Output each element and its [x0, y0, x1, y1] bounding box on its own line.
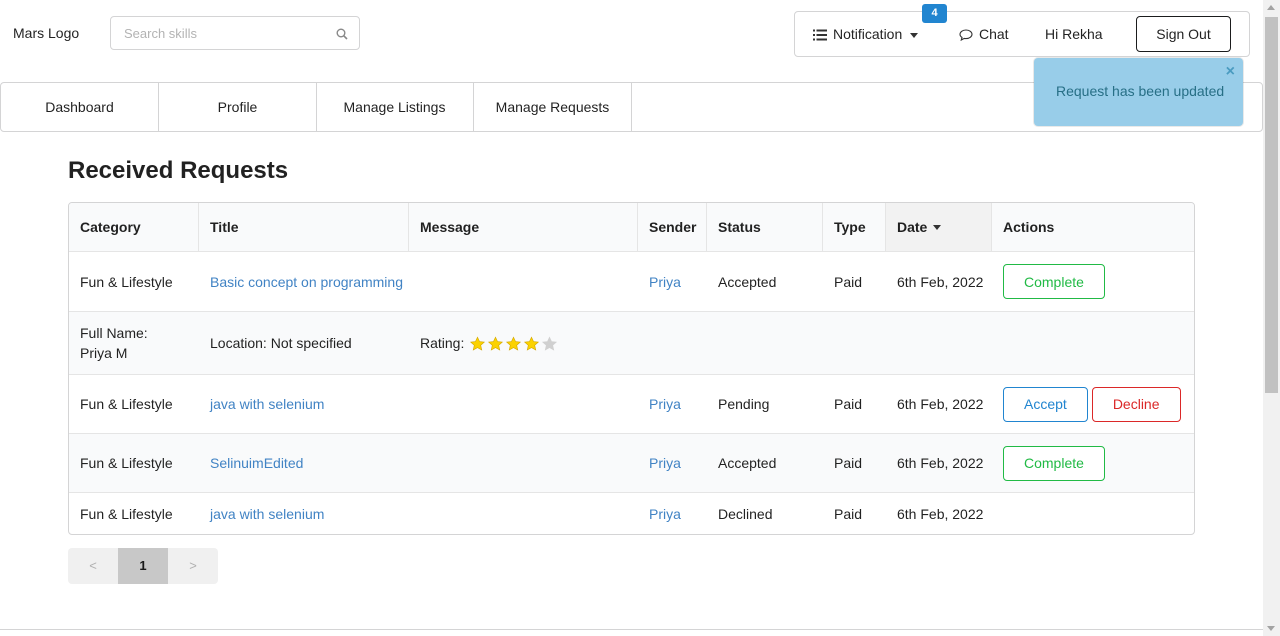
prev-page-button[interactable]: < — [68, 548, 118, 584]
sender-detail-row: Full Name: Priya M Location: Not specifi… — [69, 311, 1194, 374]
page-title: Received Requests — [68, 157, 289, 184]
row-type: Paid — [834, 273, 863, 290]
chat-link[interactable]: Chat — [959, 12, 1009, 56]
column-header-type[interactable]: Type — [823, 203, 886, 251]
scroll-down-arrow-icon[interactable] — [1267, 626, 1275, 631]
row-type: Paid — [834, 396, 863, 412]
sender-link[interactable]: Priya — [649, 506, 681, 522]
row-category: Fun & Lifestyle — [80, 455, 173, 471]
column-header-title[interactable]: Title — [199, 203, 409, 251]
row-category: Fun & Lifestyle — [80, 505, 173, 522]
location-text: Location: Not specified — [210, 335, 352, 351]
top-menu: Notification Chat Hi Rekha Sign Out — [794, 11, 1250, 57]
row-status: Accepted — [718, 455, 777, 471]
rating-stars — [469, 334, 559, 351]
row-type: Paid — [834, 455, 863, 471]
column-header-sender[interactable]: Sender — [638, 203, 707, 251]
row-date: 6th Feb, 2022 — [897, 273, 984, 290]
page-1-button[interactable]: 1 — [118, 548, 168, 584]
user-greeting[interactable]: Hi Rekha — [1045, 12, 1103, 56]
row-date: 6th Feb, 2022 — [897, 455, 984, 471]
star-filled-icon — [488, 336, 504, 351]
column-header-message[interactable]: Message — [409, 203, 638, 251]
tab-manage-requests[interactable]: Manage Requests — [474, 83, 632, 131]
row-title-link: Basic concept on programming — [199, 252, 403, 311]
sender-link[interactable]: Priya — [649, 274, 681, 290]
chat-icon — [959, 29, 973, 42]
sort-descending-icon — [933, 224, 942, 230]
table-row: Fun & Lifestyle java with selenium Priya… — [69, 492, 1194, 534]
accept-button[interactable]: Accept — [1003, 386, 1088, 422]
chat-label: Chat — [979, 26, 1009, 42]
row-date: 6th Feb, 2022 — [897, 505, 984, 522]
table-header-row: Category Title Message Sender Status Typ… — [69, 203, 1194, 251]
toast-notification: × Request has been updated — [1034, 58, 1243, 126]
search-box — [110, 16, 360, 50]
date-header-label: Date — [897, 219, 928, 235]
sender-link[interactable]: Priya — [649, 396, 681, 412]
row-status: Accepted — [718, 273, 777, 290]
star-filled-icon — [470, 336, 486, 351]
pagination: < 1 > — [68, 548, 218, 584]
rating-block: Rating: — [409, 312, 559, 374]
row-date: 6th Feb, 2022 — [897, 396, 984, 412]
list-icon — [813, 29, 827, 41]
row-message — [409, 493, 420, 534]
row-message — [409, 375, 420, 433]
vertical-scrollbar[interactable] — [1263, 0, 1280, 636]
close-icon[interactable]: × — [1226, 63, 1235, 81]
row-category: Fun & Lifestyle — [80, 396, 173, 412]
row-message — [409, 252, 420, 311]
requests-table: Category Title Message Sender Status Typ… — [68, 202, 1195, 535]
column-header-actions[interactable]: Actions — [992, 203, 1194, 251]
full-name-value: Priya M — [80, 345, 128, 361]
rating-label: Rating: — [420, 335, 465, 351]
complete-button[interactable]: Complete — [1003, 445, 1105, 481]
complete-button[interactable]: Complete — [1003, 264, 1105, 299]
toast-message: Request has been updated — [1056, 83, 1225, 99]
title-link[interactable]: SelinuimEdited — [210, 455, 303, 471]
scroll-up-arrow-icon[interactable] — [1267, 5, 1275, 10]
tab-profile[interactable]: Profile — [159, 83, 317, 131]
search-icon[interactable] — [336, 28, 348, 40]
row-status: Pending — [718, 396, 770, 412]
notification-label: Notification — [833, 26, 903, 42]
caret-down-icon — [910, 32, 919, 38]
full-name-block: Full Name: Priya M — [69, 312, 148, 374]
sign-out-button[interactable]: Sign Out — [1136, 16, 1231, 52]
notification-dropdown[interactable]: Notification — [813, 12, 919, 56]
next-page-button[interactable]: > — [168, 548, 218, 584]
table-row: Fun & Lifestyle java with selenium Priya… — [69, 374, 1194, 433]
sender-link[interactable]: Priya — [649, 455, 681, 471]
title-link[interactable]: Basic concept on programming — [210, 274, 403, 290]
column-header-category[interactable]: Category — [69, 203, 199, 251]
search-input[interactable] — [111, 17, 321, 49]
title-link[interactable]: java with selenium — [210, 506, 324, 522]
row-status: Declined — [718, 505, 773, 522]
star-filled-icon — [506, 336, 522, 351]
mars-logo[interactable]: Mars Logo — [13, 25, 79, 41]
row-message — [409, 434, 420, 492]
row-category: Fun & Lifestyle — [80, 273, 173, 290]
star-filled-icon — [524, 336, 540, 351]
notification-count-badge: 4 — [922, 4, 947, 23]
full-name-label: Full Name: — [80, 325, 148, 341]
row-type: Paid — [834, 505, 863, 522]
tab-manage-listings[interactable]: Manage Listings — [316, 83, 474, 131]
star-empty-icon — [542, 336, 558, 351]
tab-dashboard[interactable]: Dashboard — [1, 83, 159, 131]
decline-button[interactable]: Decline — [1091, 386, 1181, 422]
title-link[interactable]: java with selenium — [210, 396, 324, 412]
scrollbar-thumb[interactable] — [1265, 17, 1278, 393]
column-header-date[interactable]: Date — [886, 203, 992, 251]
table-row: Fun & Lifestyle Basic concept on program… — [69, 251, 1194, 311]
column-header-status[interactable]: Status — [707, 203, 823, 251]
table-row: Fun & Lifestyle SelinuimEdited Priya Acc… — [69, 433, 1194, 492]
footer-divider — [0, 629, 1263, 630]
